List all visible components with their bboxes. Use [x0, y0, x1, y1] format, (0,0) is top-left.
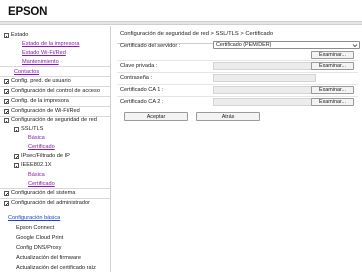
sidebar-item-label: IPsec/Filtrado de IP — [21, 153, 70, 159]
expand-icon[interactable] — [4, 99, 9, 104]
expand-icon[interactable] — [4, 201, 9, 206]
breadcrumb: Configuración de seguridad de red > SSL/… — [120, 31, 274, 37]
collapse-icon[interactable] — [14, 127, 19, 132]
ca1-field[interactable] — [213, 86, 316, 94]
expand-icon[interactable] — [4, 79, 9, 84]
sidebar-item-admin-settings[interactable]: Configuración del administrador — [4, 199, 90, 207]
sidebar-item-ssl-tls[interactable]: SSL/TLS — [14, 125, 43, 133]
sidebar-item-label[interactable]: Estado de la impresora — [22, 41, 80, 47]
sidebar-item-label: Estado — [11, 32, 29, 38]
basic-item-label[interactable]: Epson Connect — [16, 225, 54, 231]
sidebar-item-ssl-certificate[interactable]: Certificado — [28, 143, 55, 151]
server-cert-browse-button[interactable]: Examinar... — [311, 51, 354, 59]
sidebar-item-contacts[interactable]: Contactos — [14, 68, 39, 76]
ca2-browse-button[interactable]: Examinar... — [311, 98, 354, 106]
chevron-down-icon — [352, 44, 358, 48]
password-label: Contraseña : — [120, 75, 153, 81]
private-key-label: Clave privada : — [120, 63, 158, 69]
server-cert-label: Certificado del servidor : — [120, 43, 181, 49]
sidebar-item-printer-settings[interactable]: Config. de la impresora — [4, 97, 69, 105]
basic-item-label[interactable]: Actualización del firmware — [16, 255, 81, 261]
sidebar-item-label: Config. de la impresora — [11, 98, 69, 104]
sidebar-item-label[interactable]: Mantenimiento — [22, 59, 59, 65]
basic-config-title[interactable]: Configuración básica — [8, 214, 60, 222]
top-bar — [0, 21, 362, 25]
ca2-field[interactable] — [213, 98, 316, 106]
sidebar-item-label[interactable]: Básica — [28, 135, 45, 141]
password-field[interactable] — [213, 74, 316, 82]
ca2-label: Certificado CA 2 : — [120, 99, 164, 105]
basic-item-dns-proxy[interactable]: Config DNS/Proxy — [16, 244, 61, 252]
sidebar-item-label: SSL/TLS — [21, 126, 44, 132]
sidebar-divider — [0, 66, 110, 67]
basic-item-label[interactable]: Google Cloud Print — [16, 235, 63, 241]
basic-item-label[interactable]: Actualización del certificado raíz — [16, 265, 96, 271]
epson-logo: EPSON — [8, 6, 48, 18]
basic-config-link[interactable]: Configuración básica — [8, 215, 60, 221]
accept-button[interactable]: Aceptar — [124, 112, 188, 121]
sidebar-item-label: Configuración de seguridad de red — [11, 117, 97, 123]
sidebar: Estado Estado de la impresora Estado Wi-… — [0, 26, 110, 272]
sidebar-item-printer-status[interactable]: Estado de la impresora — [22, 40, 80, 48]
basic-item-epson-connect[interactable]: Epson Connect — [16, 224, 54, 232]
sidebar-item-ssl-basic[interactable]: Básica — [28, 134, 45, 142]
sidebar-item-maintenance[interactable]: Mantenimiento — [22, 58, 59, 66]
sidebar-item-ipsec[interactable]: IPsec/Filtrado de IP — [14, 152, 70, 160]
basic-item-firmware-update[interactable]: Actualización del firmware — [16, 254, 81, 262]
sidebar-item-wifi-network[interactable]: Configuración de Wi-Fi/Red — [4, 107, 80, 115]
sidebar-item-label[interactable]: Certificado — [28, 181, 55, 187]
sidebar-item-wifi-status[interactable]: Estado Wi-Fi/Red — [22, 49, 66, 57]
back-button[interactable]: Atrás — [196, 112, 260, 121]
basic-item-label[interactable]: Config DNS/Proxy — [16, 245, 61, 251]
sidebar-item-network-security[interactable]: Configuración de seguridad de red — [4, 116, 97, 124]
sidebar-item-system-settings[interactable]: Configuración del sistema — [4, 189, 75, 197]
ca1-label: Certificado CA 1 : — [120, 87, 164, 93]
sidebar-item-label: IEEE802.1X — [21, 162, 52, 168]
main-panel: Configuración de seguridad de red > SSL/… — [111, 26, 362, 272]
expand-icon[interactable] — [4, 89, 9, 94]
sidebar-item-label: Configuración del control de acceso — [11, 88, 100, 94]
sidebar-item-label: Configuración de Wi-Fi/Red — [11, 108, 80, 114]
expand-icon[interactable] — [14, 154, 19, 159]
private-key-browse-button[interactable]: Examinar... — [311, 62, 354, 70]
basic-item-google-cloud-print[interactable]: Google Cloud Print — [16, 234, 63, 242]
sidebar-item-user-defaults[interactable]: Config. pred. de usuario — [4, 77, 71, 85]
sidebar-item-ieee8021x[interactable]: IEEE802.1X — [14, 161, 51, 169]
private-key-field[interactable] — [213, 62, 316, 70]
server-cert-value: Certificado (PEM/DER) — [216, 42, 272, 48]
server-cert-select[interactable]: Certificado (PEM/DER) — [213, 41, 360, 49]
sidebar-item-estado[interactable]: Estado — [4, 31, 28, 39]
sidebar-item-label[interactable]: Certificado — [28, 144, 55, 150]
sidebar-item-label: Configuración del administrador — [11, 200, 90, 206]
sidebar-item-label: Configuración del sistema — [11, 190, 76, 196]
sidebar-item-access-control[interactable]: Configuración del control de acceso — [4, 87, 100, 95]
collapse-icon[interactable] — [4, 33, 9, 38]
basic-item-root-cert-update[interactable]: Actualización del certificado raíz — [16, 264, 96, 272]
collapse-icon[interactable] — [14, 163, 19, 168]
sidebar-item-ieee-basic[interactable]: Básica — [28, 171, 45, 179]
sidebar-item-label[interactable]: Contactos — [14, 69, 39, 75]
collapse-icon[interactable] — [4, 118, 9, 123]
password-row: Contraseña : — [117, 73, 358, 84]
sidebar-item-ieee-certificate[interactable]: Certificado — [28, 180, 55, 188]
sidebar-item-label[interactable]: Estado Wi-Fi/Red — [22, 50, 66, 56]
expand-icon[interactable] — [4, 191, 9, 196]
sidebar-item-label: Config. pred. de usuario — [11, 78, 71, 84]
sidebar-item-label[interactable]: Básica — [28, 172, 45, 178]
expand-icon[interactable] — [4, 109, 9, 114]
ca1-browse-button[interactable]: Examinar... — [311, 86, 354, 94]
